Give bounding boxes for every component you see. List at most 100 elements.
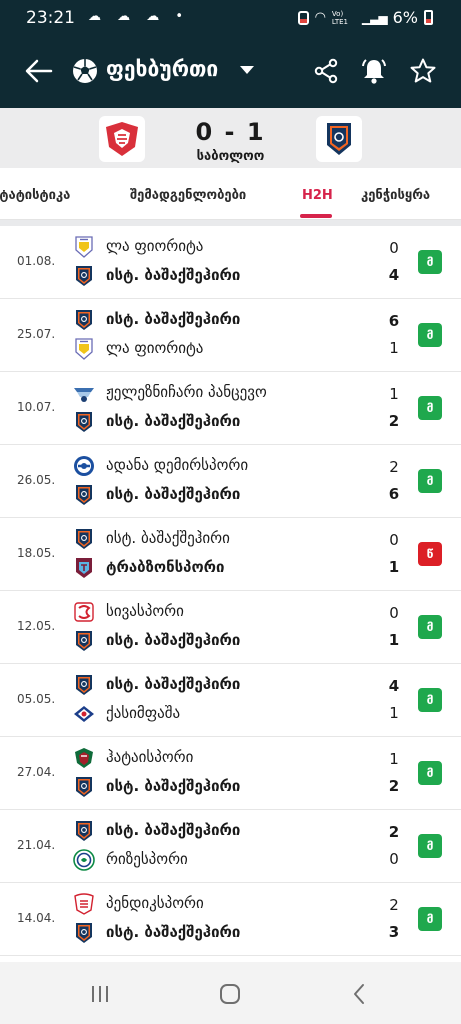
away-team-name: ტრაბზონსპორი bbox=[106, 558, 225, 576]
away-team-logo-icon bbox=[73, 922, 95, 944]
home-team-logo-icon bbox=[73, 236, 95, 258]
away-goals: 3 bbox=[388, 923, 400, 941]
match-row[interactable]: 27.04. ჰატაისპორი ისტ. ბაშაქშეჰირი 1 2 მ bbox=[0, 737, 461, 810]
home-team-logo-icon bbox=[73, 747, 95, 769]
match-row[interactable]: 01.08. ლა ფიორიტა ისტ. ბაშაქშეჰირი 0 4 მ bbox=[0, 226, 461, 299]
star-icon[interactable] bbox=[409, 57, 437, 85]
result-badge: მ bbox=[418, 396, 442, 420]
away-goals: 1 bbox=[388, 631, 400, 649]
away-team-logo-icon bbox=[73, 411, 95, 433]
result-badge: წ bbox=[418, 542, 442, 566]
match-status: საბოლოო bbox=[196, 149, 265, 164]
tab-h2h[interactable]: H2H bbox=[302, 188, 333, 203]
result-badge: მ bbox=[418, 688, 442, 712]
home-team-name: ისტ. ბაშაქშეჰირი bbox=[106, 675, 241, 693]
home-team-logo-icon bbox=[73, 893, 95, 915]
back-icon[interactable] bbox=[348, 982, 372, 1006]
home-team-name: სივასპორი bbox=[106, 602, 184, 620]
home-team-logo-icon bbox=[73, 455, 95, 477]
h2h-match-list: 01.08. ლა ფიორიტა ისტ. ბაშაქშეჰირი 0 4 მ 25.07… bbox=[0, 226, 461, 962]
status-bar: 23:21 ☁ ☁ ☁ • ◠ Vo) LTE1 ▁▃▅ 6% bbox=[0, 0, 461, 36]
home-team-name: ლა ფიორიტა bbox=[106, 237, 204, 255]
back-arrow-icon[interactable] bbox=[24, 56, 54, 86]
shield-icon bbox=[327, 123, 351, 155]
match-row[interactable]: 18.05. ისტ. ბაშაქშეჰირი ტრაბზონსპორი 0 1 წ bbox=[0, 518, 461, 591]
away-goals: 1 bbox=[389, 339, 399, 357]
away-goals: 4 bbox=[388, 266, 400, 284]
home-goals: 2 bbox=[388, 823, 400, 841]
match-date: 14.04. bbox=[17, 911, 56, 925]
chevron-down-icon[interactable] bbox=[240, 66, 254, 74]
away-team-logo-icon bbox=[73, 776, 95, 798]
home-team-name: ადანა დემირსპორი bbox=[106, 456, 249, 474]
result-badge: მ bbox=[418, 907, 442, 931]
home-team-logo-icon bbox=[73, 674, 95, 696]
away-team-logo-icon bbox=[73, 630, 95, 652]
home-icon[interactable] bbox=[218, 982, 242, 1006]
away-team-logo-icon bbox=[73, 484, 95, 506]
home-goals: 1 bbox=[389, 385, 399, 403]
tab-statistics[interactable]: სტატისტიკა bbox=[0, 188, 70, 203]
away-goals: 1 bbox=[388, 558, 400, 576]
tab-odds[interactable]: კენჭისყრა bbox=[361, 188, 430, 203]
lock-icon bbox=[297, 10, 309, 25]
share-icon[interactable] bbox=[312, 57, 340, 85]
match-date: 05.05. bbox=[17, 692, 56, 706]
system-nav-bar bbox=[0, 962, 461, 1024]
match-row[interactable]: 05.05. ისტ. ბაშაქშეჰირი ქასიმფაშა 4 1 მ bbox=[0, 664, 461, 737]
away-team-name: ისტ. ბაშაქშეჰირი bbox=[106, 923, 241, 941]
match-row[interactable]: 26.05. ადანა დემირსპორი ისტ. ბაშაქშეჰირი 2 6… bbox=[0, 445, 461, 518]
home-goals: 2 bbox=[389, 896, 399, 914]
bell-icon[interactable] bbox=[360, 57, 388, 85]
match-score: 0 - 1 bbox=[195, 118, 266, 146]
match-date: 21.04. bbox=[17, 838, 56, 852]
match-date: 10.07. bbox=[17, 400, 56, 414]
away-goals: 0 bbox=[389, 850, 399, 868]
result-badge: მ bbox=[418, 323, 442, 347]
match-date: 01.08. bbox=[17, 254, 56, 268]
home-team-logo-icon bbox=[73, 820, 95, 842]
match-tabs: სტატისტიკა შემადგენლობები H2H კენჭისყრა bbox=[0, 168, 461, 220]
away-team-name: ქასიმფაშა bbox=[106, 704, 181, 722]
result-badge: მ bbox=[418, 250, 442, 274]
match-date: 27.04. bbox=[17, 765, 56, 779]
app-bar: ფეხბურთი bbox=[0, 36, 461, 108]
home-goals: 0 bbox=[389, 531, 399, 549]
away-team-logo-icon bbox=[73, 703, 95, 725]
soccer-ball-icon[interactable] bbox=[72, 58, 98, 84]
away-team-logo[interactable] bbox=[316, 116, 362, 162]
result-badge: მ bbox=[418, 761, 442, 785]
match-date: 18.05. bbox=[17, 546, 56, 560]
home-goals: 2 bbox=[389, 458, 399, 476]
match-date: 26.05. bbox=[17, 473, 56, 487]
home-team-name: ისტ. ბაშაქშეჰირი bbox=[106, 310, 241, 328]
home-goals: 6 bbox=[388, 312, 400, 330]
match-row[interactable]: 10.07. ჟელეზნიჩარი პანცევო ისტ. ბაშაქშეჰირ… bbox=[0, 372, 461, 445]
match-row[interactable]: 14.04. პენდიკსპორი ისტ. ბაშაქშეჰირი 2 3 მ bbox=[0, 883, 461, 956]
status-time: 23:21 bbox=[26, 8, 75, 28]
match-row[interactable]: 25.07. ისტ. ბაშაქშეჰირი ლა ფიორიტა 6 1 მ bbox=[0, 299, 461, 372]
match-row[interactable]: 12.05. სივასპორი ისტ. ბაშაქშეჰირი 0 1 მ bbox=[0, 591, 461, 664]
home-goals: 1 bbox=[389, 750, 399, 768]
status-right: ◠ Vo) LTE1 ▁▃▅ 6% bbox=[297, 8, 433, 27]
away-team-name: ლა ფიორიტა bbox=[106, 339, 204, 357]
away-team-logo-icon bbox=[73, 849, 95, 871]
match-score-header: 0 - 1 საბოლოო bbox=[0, 108, 461, 168]
home-goals: 0 bbox=[389, 239, 399, 257]
battery-icon bbox=[424, 10, 433, 25]
result-badge: მ bbox=[418, 469, 442, 493]
away-goals: 6 bbox=[388, 485, 400, 503]
wifi-icon: ◠ bbox=[314, 10, 326, 25]
result-badge: მ bbox=[418, 615, 442, 639]
away-goals: 2 bbox=[388, 412, 400, 430]
home-team-logo-icon bbox=[73, 309, 95, 331]
match-date: 12.05. bbox=[17, 619, 56, 633]
recent-apps-icon[interactable] bbox=[88, 982, 112, 1006]
home-team-logo-icon bbox=[73, 528, 95, 550]
sport-selector-title[interactable]: ფეხბურთი bbox=[106, 57, 218, 81]
tab-lineups[interactable]: შემადგენლობები bbox=[130, 188, 246, 203]
match-row[interactable]: 21.04. ისტ. ბაშაქშეჰირი რიზესპორი 2 0 მ bbox=[0, 810, 461, 883]
notification-icons: ☁ ☁ ☁ • bbox=[88, 9, 190, 24]
home-team-logo-icon bbox=[73, 382, 95, 404]
away-team-name: ისტ. ბაშაქშეჰირი bbox=[106, 485, 241, 503]
